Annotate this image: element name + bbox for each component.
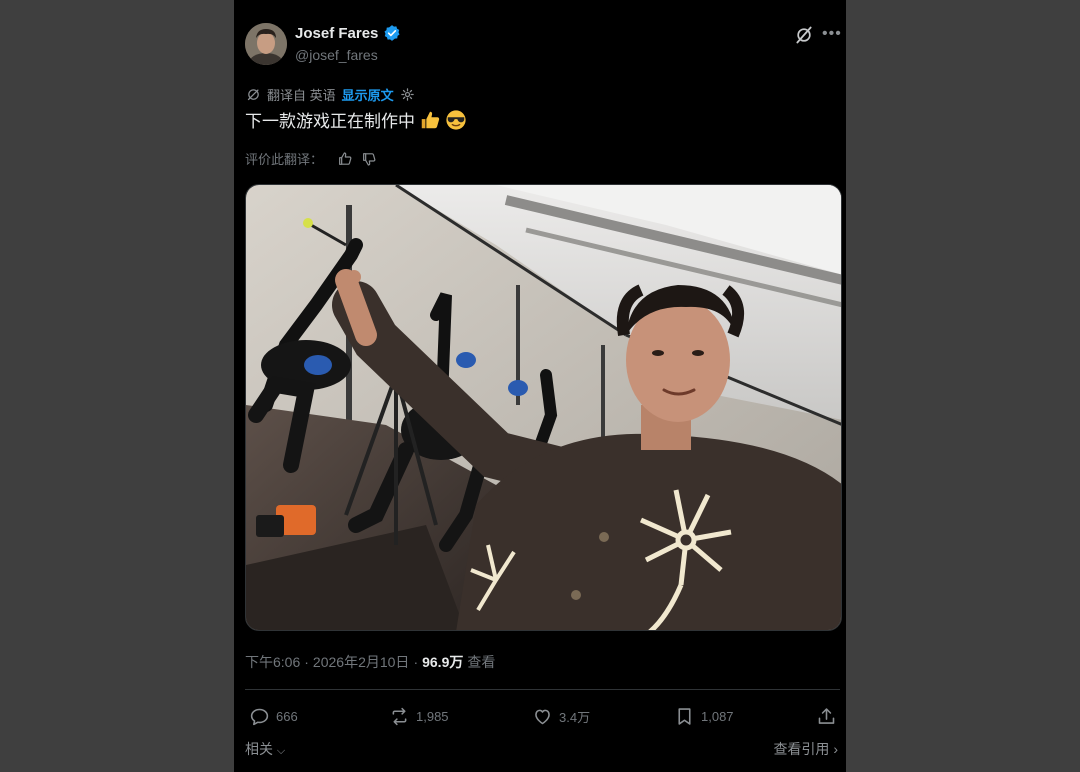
- tweet-photo[interactable]: [245, 184, 842, 631]
- divider: [245, 689, 840, 690]
- share-icon: [818, 707, 835, 724]
- chevron-down-icon: ⌵: [276, 745, 286, 757]
- tweet-text-body: 下一款游戏正在制作中: [245, 112, 415, 131]
- bookmark-button[interactable]: 1,087: [674, 702, 734, 730]
- repost-icon: [392, 707, 407, 725]
- settings-gear-icon[interactable]: [400, 87, 415, 102]
- grok-icon[interactable]: [794, 25, 814, 45]
- post-date[interactable]: 2026年2月10日: [313, 652, 410, 672]
- show-original-link[interactable]: 显示原文: [342, 85, 394, 104]
- rate-translation-label: 评价此翻译：: [245, 152, 324, 167]
- bookmark-icon: [678, 707, 691, 725]
- heart-icon: [535, 709, 550, 724]
- author-handle[interactable]: @josef_fares: [295, 47, 378, 63]
- share-button[interactable]: [816, 702, 837, 730]
- translated-from-label: 翻译自 英语: [267, 88, 336, 103]
- thumbs-up-emoji-icon: [421, 111, 440, 128]
- related-label: 相关: [245, 741, 273, 757]
- tweet-text: 下一款游戏正在制作中: [245, 107, 467, 132]
- sunglasses-emoji-icon: [446, 109, 466, 130]
- thumbs-down-icon[interactable]: [361, 151, 377, 167]
- translation-row: 翻译自 英语 显示原文: [246, 85, 415, 104]
- view-count: 96.9万: [422, 654, 464, 670]
- meta-separator: ·: [413, 654, 419, 670]
- views-label: 查看: [467, 654, 496, 670]
- thumbs-up-icon[interactable]: [337, 151, 353, 167]
- like-button[interactable]: 3.4万: [532, 702, 590, 730]
- view-quotes-label: 查看引用: [773, 741, 830, 757]
- tweet-card: Josef Fares @josef_fares ••• 翻译自 英语 显示原文…: [234, 0, 846, 772]
- tweet-meta: 下午6:06 · 2026年2月10日 · 96.9万 查看: [245, 652, 495, 672]
- repost-button[interactable]: 1,985: [389, 702, 449, 730]
- more-options-icon[interactable]: •••: [822, 24, 841, 44]
- bookmark-count: 1,087: [701, 708, 734, 724]
- author-name[interactable]: Josef Fares: [295, 25, 378, 42]
- verified-badge-icon: [384, 25, 400, 41]
- reply-count: 666: [276, 708, 298, 724]
- translate-icon: [247, 89, 259, 101]
- action-bar: 666 1,985 3.4万 1,087: [234, 702, 846, 730]
- author-row: Josef Fares: [295, 24, 401, 42]
- rate-translation-row: 评价此翻译：: [245, 149, 377, 168]
- repost-count: 1,985: [416, 708, 449, 724]
- like-count: 3.4万: [559, 709, 591, 725]
- post-time[interactable]: 下午6:06: [245, 652, 300, 672]
- reply-button[interactable]: 666: [249, 702, 298, 730]
- meta-separator: ·: [304, 654, 309, 670]
- reply-icon: [250, 708, 269, 725]
- avatar[interactable]: [245, 23, 287, 65]
- chevron-right-icon: ›: [833, 741, 838, 757]
- view-quotes-link[interactable]: 查看引用 ›: [773, 739, 838, 759]
- related-link[interactable]: 相关 ⌵: [245, 739, 285, 759]
